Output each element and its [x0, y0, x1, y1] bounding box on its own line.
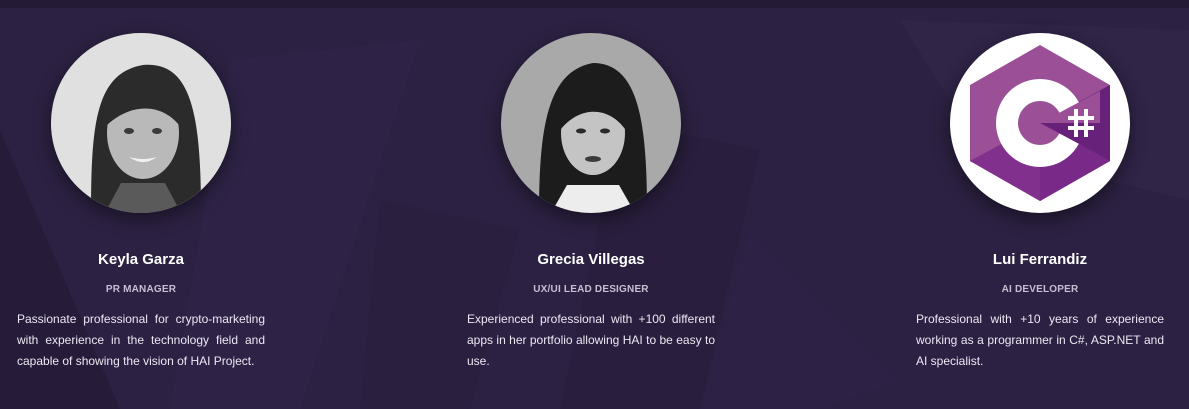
member-role: UX/UI LEAD DESIGNER	[533, 284, 649, 295]
member-name: Grecia Villegas	[537, 251, 645, 268]
member-photo	[501, 33, 681, 213]
member-name: Keyla Garza	[98, 251, 184, 268]
csharp-logo-icon	[950, 33, 1130, 213]
member-photo	[51, 33, 231, 213]
member-bio: Professional with +10 years of experienc…	[916, 312, 1164, 368]
member-role: AI DEVELOPER	[1001, 284, 1079, 295]
team-section: Keyla Garza PR MANAGER Passionate profes…	[0, 0, 1189, 409]
member-photo	[950, 33, 1130, 213]
member-name: Lui Ferrandiz	[992, 251, 1088, 268]
member-bio: Experienced professional with +100 diffe…	[467, 312, 715, 368]
member-role: PR MANAGER	[105, 284, 177, 295]
member-bio: Passionate professional for crypto-marke…	[17, 312, 265, 368]
